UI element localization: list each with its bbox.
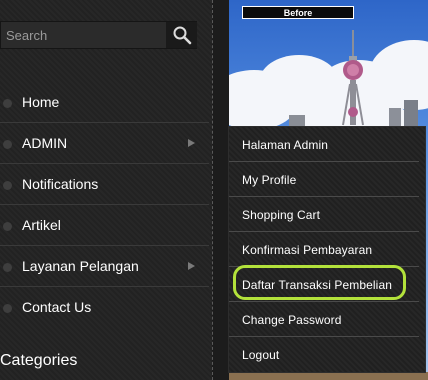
highlight-annotation: [233, 265, 406, 300]
sidebar-item-admin[interactable]: ADMIN: [0, 123, 209, 164]
sidebar-item-contact-us[interactable]: Contact Us: [0, 287, 209, 328]
submenu-item-label: Halaman Admin: [242, 138, 329, 152]
submenu-item-my-profile[interactable]: My Profile: [229, 162, 419, 197]
sidebar-divider: [212, 0, 213, 380]
sidebar-item-label: Home: [22, 94, 60, 110]
submenu-item-halaman-admin[interactable]: Halaman Admin: [229, 127, 419, 162]
submenu-item-shopping-cart[interactable]: Shopping Cart: [229, 197, 419, 232]
submenu-item-label: My Profile: [242, 173, 297, 187]
submenu-item-change-password[interactable]: Change Password: [229, 302, 419, 337]
search-box: [0, 21, 197, 49]
sidebar-item-label: Contact Us: [22, 299, 92, 315]
bullet-icon: [3, 99, 12, 108]
bullet-icon: [3, 181, 12, 190]
submenu-item-label: Change Password: [242, 313, 342, 327]
submenu-item-konfirmasi-pembayaran[interactable]: Konfirmasi Pembayaran: [229, 232, 419, 267]
bullet-icon: [3, 263, 12, 272]
bullet-icon: [3, 140, 12, 149]
sidebar-item-label: Layanan Pelangan: [22, 258, 139, 274]
submenu-item-logout[interactable]: Logout: [229, 337, 419, 372]
bullet-icon: [3, 222, 12, 231]
sidebar-item-home[interactable]: Home: [0, 82, 209, 123]
sidebar-item-label: Artikel: [22, 217, 61, 233]
sidebar-item-label: Notifications: [22, 176, 99, 192]
submenu-item-label: Logout: [242, 348, 280, 362]
before-label: Before: [242, 6, 354, 19]
submenu-item-label: Shopping Cart: [242, 208, 321, 222]
sidebar-item-label: ADMIN: [22, 135, 68, 151]
bullet-icon: [3, 304, 12, 313]
admin-submenu: Halaman Admin My Profile Shopping Cart K…: [228, 126, 426, 373]
tower-illustration: [289, 30, 418, 130]
sidebar-item-artikel[interactable]: Artikel: [0, 205, 209, 246]
photo-ground: [229, 372, 428, 380]
sidebar-item-layanan-pelangan[interactable]: Layanan Pelangan: [0, 246, 209, 287]
categories-heading: Categories: [0, 352, 78, 369]
chevron-right-icon: [188, 139, 195, 147]
submenu-item-label: Konfirmasi Pembayaran: [242, 243, 373, 257]
search-input[interactable]: [1, 22, 166, 48]
sidebar-item-notifications[interactable]: Notifications: [0, 164, 209, 205]
search-icon: [173, 26, 191, 45]
sidebar-menu: Home ADMIN Notifications Artikel Layanan…: [0, 82, 209, 328]
search-button[interactable]: [166, 22, 197, 48]
chevron-right-icon: [188, 262, 195, 270]
